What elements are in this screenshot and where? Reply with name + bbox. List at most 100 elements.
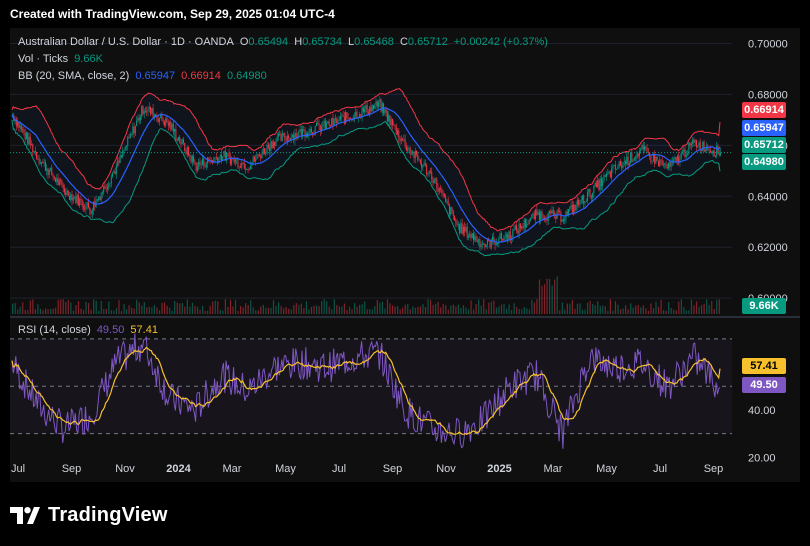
candle-body bbox=[180, 142, 182, 145]
candle-body bbox=[157, 118, 159, 123]
candle-body bbox=[437, 187, 439, 192]
x-tick-label: Sep bbox=[704, 463, 724, 475]
x-tick-label: Sep bbox=[62, 463, 82, 475]
candle-body bbox=[450, 207, 452, 215]
rsi-label[interactable]: RSI (14, close) bbox=[18, 324, 91, 336]
chart-canvas[interactable]: 0.700000.680000.660000.640000.620000.600… bbox=[10, 28, 800, 482]
candle-body bbox=[684, 149, 686, 158]
volume-bar bbox=[72, 310, 74, 314]
candle-body bbox=[336, 118, 338, 124]
candle-body bbox=[621, 165, 623, 168]
volume-bar bbox=[571, 299, 574, 314]
candle-body bbox=[608, 171, 610, 174]
candle-body bbox=[657, 160, 659, 166]
candle-body bbox=[41, 162, 43, 164]
candle-body bbox=[46, 168, 48, 171]
volume-bar bbox=[432, 304, 434, 314]
candle-body bbox=[286, 135, 288, 141]
volume-bar bbox=[462, 305, 465, 314]
volume-bar bbox=[359, 304, 361, 314]
volume-bar bbox=[440, 307, 442, 314]
candle-body bbox=[170, 122, 172, 130]
l-value: 0.65468 bbox=[354, 36, 394, 48]
volume-bar bbox=[579, 303, 581, 314]
candle-body bbox=[248, 169, 250, 171]
candle-body bbox=[704, 149, 706, 152]
candle-body bbox=[614, 164, 616, 170]
volume-label[interactable]: Vol · Ticks bbox=[18, 53, 68, 65]
candle-body bbox=[685, 154, 687, 158]
candle-body bbox=[277, 133, 279, 137]
x-tick-label: 2025 bbox=[487, 463, 511, 475]
candle-body bbox=[378, 102, 380, 107]
candle-body bbox=[265, 153, 267, 155]
candle-body bbox=[540, 211, 542, 221]
tradingview-logo-icon bbox=[10, 507, 40, 524]
tradingview-logo[interactable]: TradingView bbox=[10, 504, 168, 527]
candle-body bbox=[188, 146, 190, 156]
candle-body bbox=[37, 158, 39, 160]
candle-body bbox=[179, 137, 181, 143]
candle-body bbox=[644, 146, 646, 150]
volume-bar bbox=[503, 303, 505, 314]
volume-bar bbox=[267, 307, 270, 314]
candle-body bbox=[399, 137, 401, 141]
volume-bar bbox=[665, 310, 667, 314]
volume-bar bbox=[394, 306, 396, 314]
volume-bar bbox=[237, 310, 239, 314]
volume-bar bbox=[283, 308, 285, 314]
candle-body bbox=[589, 189, 591, 196]
volume-bar bbox=[234, 299, 237, 314]
candle-body bbox=[319, 125, 321, 132]
candle-body bbox=[598, 180, 600, 190]
candle-body bbox=[215, 157, 217, 159]
volume-bar bbox=[24, 310, 26, 314]
candle-body bbox=[350, 117, 352, 119]
volume-bar bbox=[480, 305, 482, 314]
x-tick-label: Nov bbox=[115, 463, 135, 475]
price-tick-label: 0.62000 bbox=[748, 242, 788, 254]
candle-body bbox=[20, 125, 22, 130]
candle-body bbox=[175, 128, 177, 140]
candle-body bbox=[255, 159, 257, 162]
volume-bar bbox=[541, 285, 543, 314]
candle-body bbox=[609, 171, 611, 178]
candle-body bbox=[118, 160, 120, 163]
candle-body bbox=[693, 139, 695, 143]
volume-bar bbox=[467, 309, 470, 314]
volume-bar bbox=[141, 305, 143, 314]
candle-body bbox=[270, 141, 272, 151]
rsi-ma-tag: 57.41 bbox=[742, 358, 786, 374]
candle-body bbox=[560, 212, 562, 222]
candle-body bbox=[473, 233, 475, 241]
candle-body bbox=[68, 196, 70, 200]
candle-body bbox=[424, 163, 426, 165]
volume-bar bbox=[82, 310, 85, 314]
candle-body bbox=[36, 151, 38, 159]
chart-frame[interactable]: 0.700000.680000.660000.640000.620000.600… bbox=[10, 28, 800, 482]
candle-body bbox=[493, 236, 495, 241]
x-tick-label: Mar bbox=[544, 463, 563, 475]
candle-body bbox=[606, 173, 608, 177]
candle-body bbox=[272, 142, 274, 149]
symbol-title[interactable]: Australian Dollar / U.S. Dollar · 1D · O… bbox=[18, 36, 234, 48]
candle-body bbox=[158, 118, 160, 123]
volume-bar bbox=[498, 306, 500, 314]
volume-bar bbox=[87, 303, 90, 314]
candle-body bbox=[618, 161, 620, 167]
candle-body bbox=[67, 190, 69, 197]
pane-separator[interactable] bbox=[10, 316, 800, 318]
candle-body bbox=[29, 136, 31, 145]
candle-body bbox=[74, 196, 76, 198]
volume-bar bbox=[475, 303, 477, 314]
volume-bar bbox=[212, 301, 214, 314]
candle-body bbox=[535, 209, 537, 220]
volume-bar bbox=[399, 309, 401, 314]
volume-bar bbox=[688, 310, 690, 314]
volume-bar bbox=[533, 302, 536, 314]
volume-bar bbox=[252, 307, 254, 314]
rsi-tick-label: 40.00 bbox=[748, 405, 776, 417]
bb-label[interactable]: BB (20, SMA, close, 2) bbox=[18, 70, 129, 82]
volume-bar bbox=[128, 305, 130, 314]
volume-bar bbox=[657, 306, 660, 314]
